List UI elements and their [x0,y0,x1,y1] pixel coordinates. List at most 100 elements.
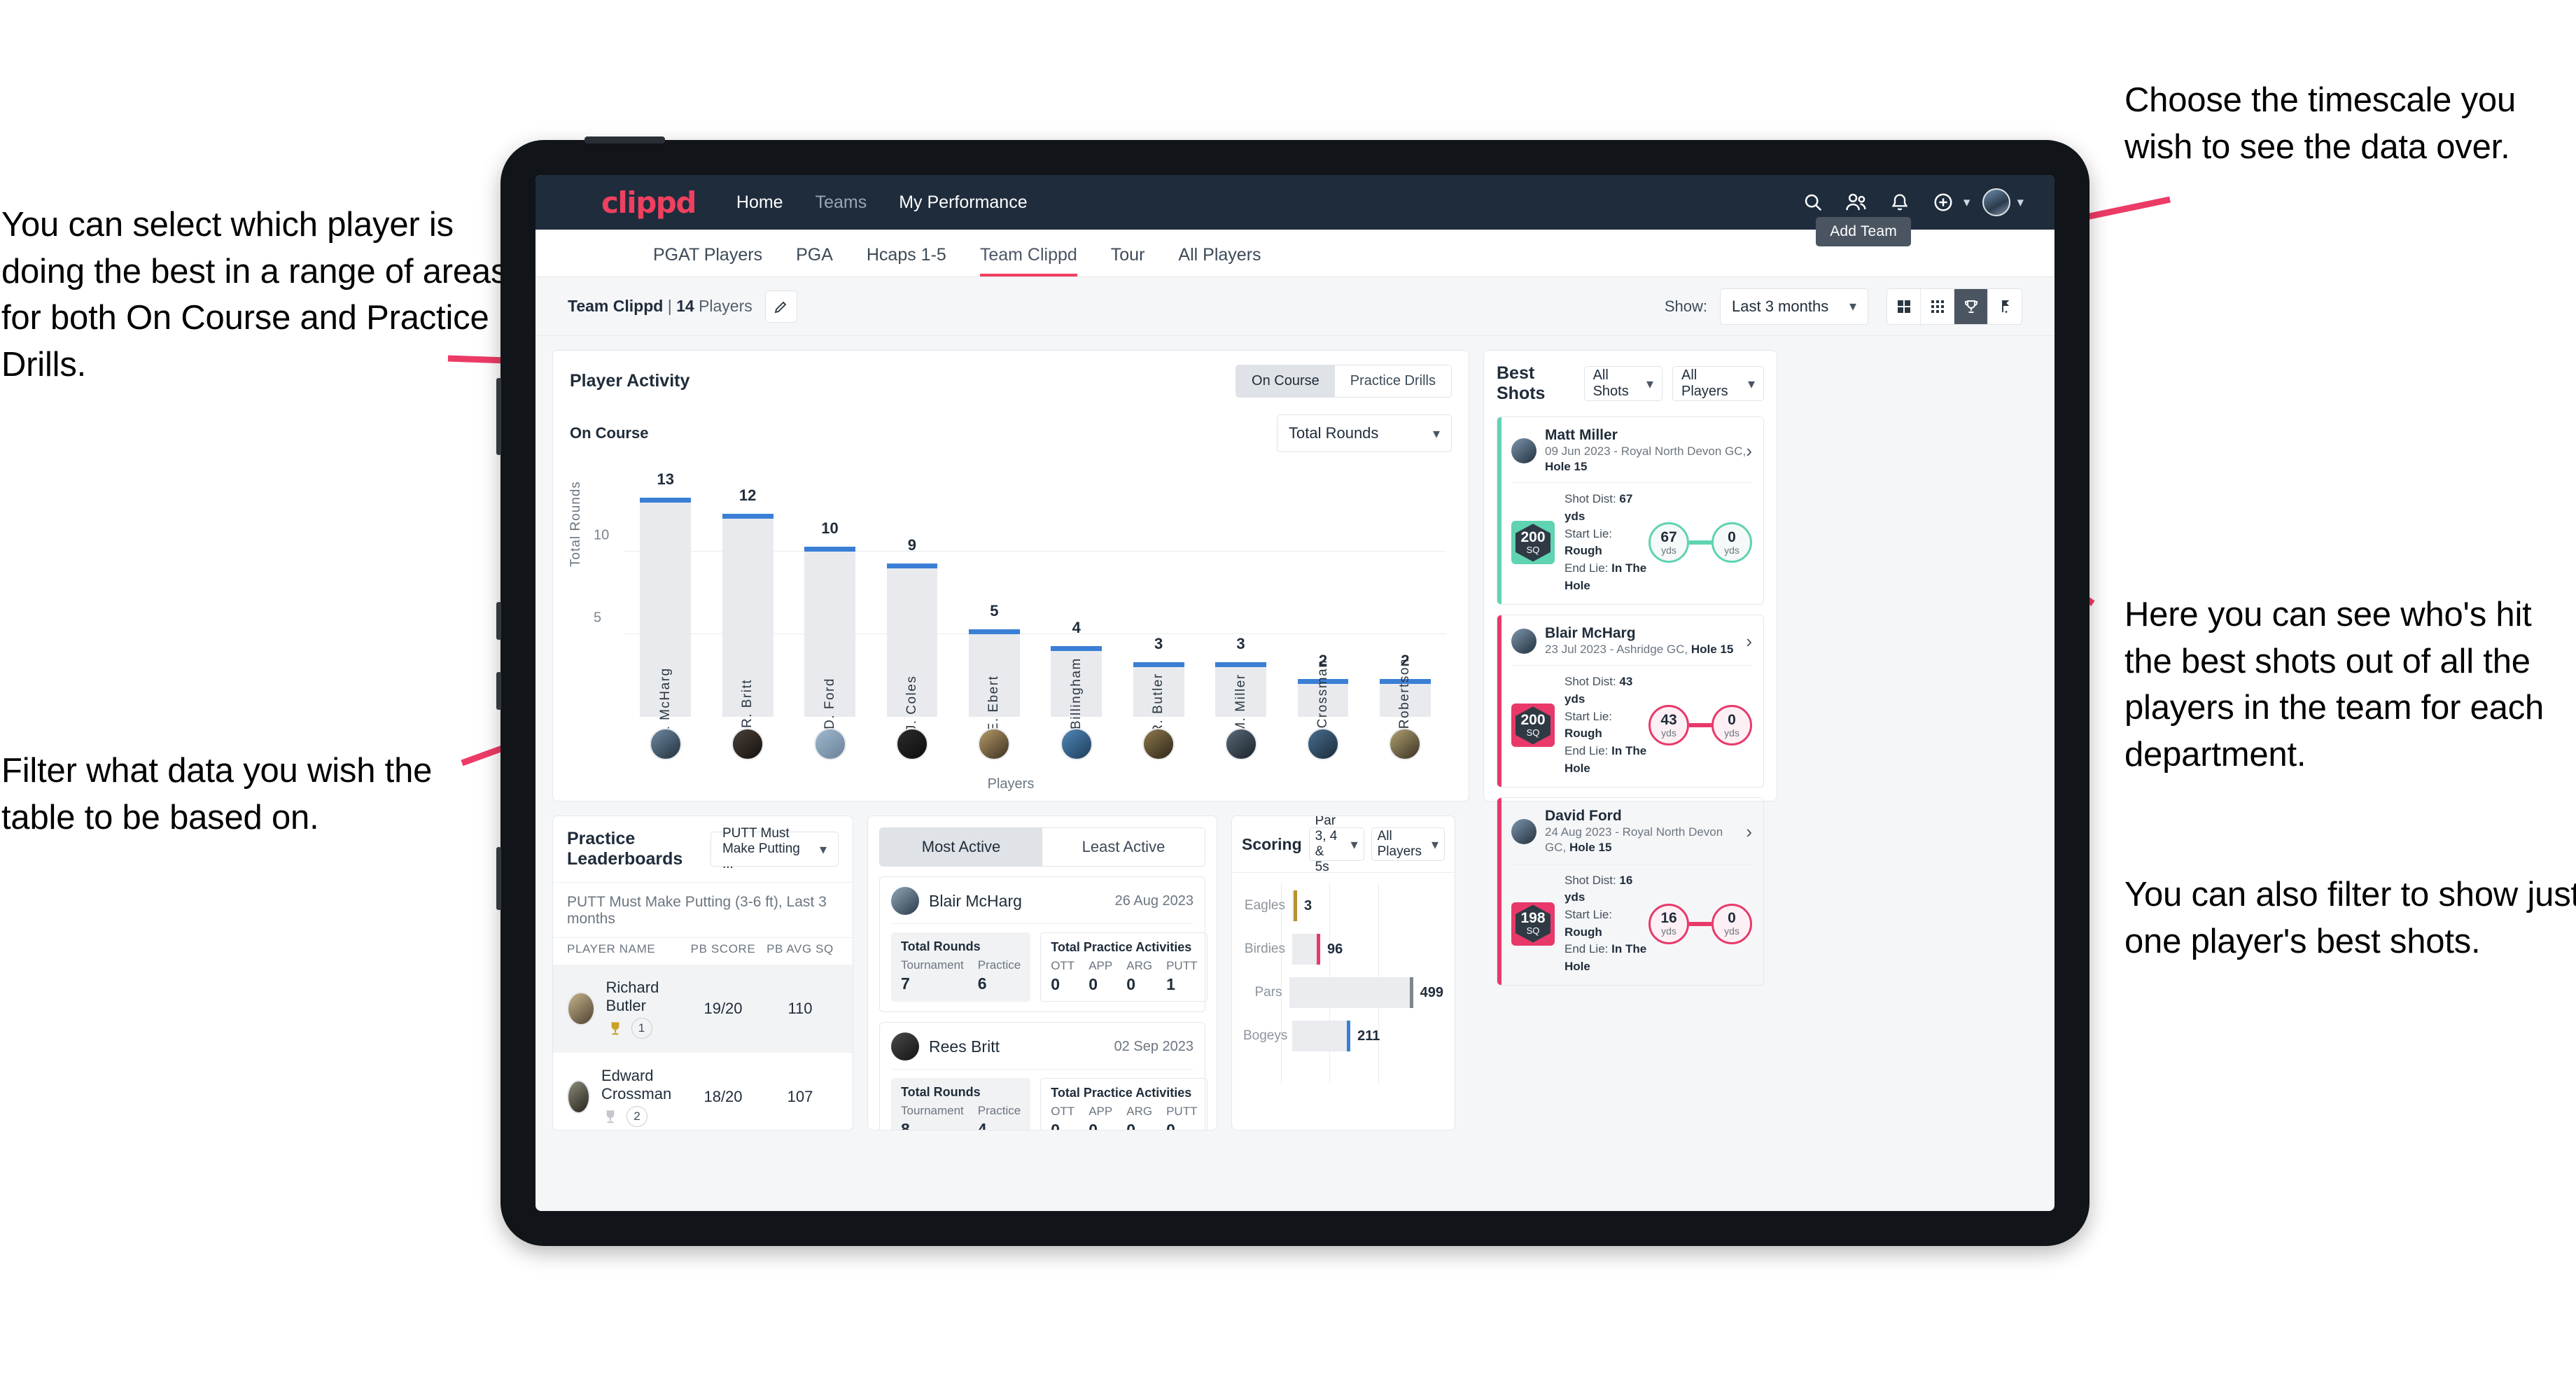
tab-tour[interactable]: Tour [1111,245,1145,276]
shot-from-value: 43 [1660,711,1677,728]
shot-from-circle: 67 yds [1648,522,1689,564]
chart-bar-cell[interactable]: 12 R. Britt [706,486,788,728]
device-button-power[interactable] [496,847,501,910]
activity-metric-select[interactable]: Total Rounds ▾ [1277,414,1452,452]
shot-distance-connector [1689,723,1712,728]
nav-link-my-performance[interactable]: My Performance [899,192,1027,213]
activity-entry[interactable]: Rees Britt 02 Sep 2023 Total Rounds Tournam… [879,1022,1208,1130]
edit-team-button[interactable] [764,290,797,323]
chart-bar-cell[interactable]: 13 B. McHarg [624,470,706,740]
player-avatar[interactable] [1511,629,1536,654]
player-avatar[interactable] [891,887,919,915]
scoring-row[interactable]: Birdies 96 [1243,927,1443,971]
player-avatar[interactable] [1060,728,1093,760]
player-avatar[interactable] [895,728,928,760]
grid-large-icon[interactable] [1887,288,1921,324]
scoring-player-filter[interactable]: All Players ▾ [1371,827,1445,861]
best-shot-card[interactable]: Matt Miller 09 Jun 2023 - Royal North Dev… [1497,416,1764,606]
best-shot-card[interactable]: David Ford 24 Aug 2023 - Royal North Devo… [1497,797,1764,986]
device-button-top[interactable] [496,378,501,455]
clippd-logo[interactable]: clippd [601,186,696,220]
chart-bar[interactable]: 3 R. Butler [1133,635,1184,734]
chart-bar[interactable]: 4 D. Billingham [1051,619,1102,750]
best-shots-shot-filter[interactable]: All Shots ▾ [1583,366,1662,401]
tab-most-active[interactable]: Most Active [880,828,1042,866]
trophy-icon[interactable] [1954,288,1988,324]
player-avatar[interactable] [813,728,846,760]
scoring-row[interactable]: Pars 499 [1243,971,1443,1014]
player-avatar[interactable] [1306,728,1339,760]
best-shots-player-filter[interactable]: All Players ▾ [1672,366,1764,401]
chevron-right-icon[interactable]: › [1746,821,1752,843]
chart-bar-value: 13 [657,470,674,488]
player-avatar[interactable] [1511,819,1536,845]
chart-bar-cell[interactable]: 3 R. Butler [1117,486,1199,734]
chevron-right-icon[interactable]: › [1746,631,1752,652]
player-avatar[interactable] [567,1080,590,1114]
chart-bar[interactable]: 3 M. Miller [1215,635,1266,734]
player-avatar[interactable] [567,992,595,1026]
chart-bar-cell[interactable]: 2 E. Crossman [1282,486,1364,748]
chart-bar-cell[interactable]: 10 D. Ford [789,486,871,729]
avatar-chevron-down-icon[interactable]: ▾ [2017,195,2024,211]
chart-avatar-cell [953,728,1035,760]
chart-bar[interactable]: 5 E. Ebert [968,602,1020,732]
scoring-row[interactable]: Bogeys 211 [1243,1014,1443,1058]
plus-chevron-down-icon[interactable]: ▾ [1963,195,1970,211]
practice-stat-key: PUTT [1166,959,1198,972]
best-shot-card[interactable]: Blair McHarg 23 Jul 2023 - Ashridge GC, H… [1497,615,1764,788]
nav-link-home[interactable]: Home [736,192,783,213]
player-avatar[interactable] [649,728,682,760]
chart-bar-cell[interactable]: 3 M. Miller [1200,486,1282,734]
scoring-row[interactable]: Eagles 3 [1243,884,1443,927]
shot-distance-line: Shot Dist: 43 yds [1564,675,1633,706]
chart-bar[interactable]: 9 J. Coles [886,536,938,732]
timescale-select[interactable]: Last 3 months ▾ [1720,288,1868,325]
tab-all-players[interactable]: All Players [1178,245,1261,276]
player-avatar[interactable] [1389,728,1422,760]
rounds-stat-value: 7 [901,974,910,993]
chart-y-tick: 10 [594,527,610,543]
player-avatar[interactable] [1142,728,1175,760]
table-row[interactable]: Richard Butler 1 19/20 110 [553,965,853,1053]
chart-bar-cell[interactable]: 9 J. Coles [871,486,953,732]
player-avatar[interactable] [1511,438,1536,464]
flag-icon[interactable] [1988,289,2022,324]
bell-icon[interactable] [1883,186,1917,219]
practice-stat-value: 1 [1166,975,1175,993]
player-avatar[interactable] [978,728,1011,760]
chart-bar[interactable]: 13 B. McHarg [640,470,692,740]
avatar[interactable] [1980,186,2013,219]
chevron-right-icon[interactable]: › [1746,440,1752,462]
nav-link-teams[interactable]: Teams [816,192,867,213]
tab-least-active[interactable]: Least Active [1042,828,1205,866]
tab-team-clippd[interactable]: Team Clippd [979,245,1077,276]
chart-bar[interactable]: 12 R. Britt [722,486,774,728]
tab-hcaps-1-5[interactable]: Hcaps 1-5 [867,245,946,276]
chart-bar[interactable]: 2 C. Robertson [1379,652,1431,749]
activity-entry-name: Blair McHarg [929,891,1022,910]
table-row[interactable]: Edward Crossman 2 18/20 107 [553,1053,853,1130]
tab-pgat-players[interactable]: PGAT Players [653,245,762,276]
practice-drill-select[interactable]: PUTT Must Make Putting ... ▾ [710,826,839,872]
chart-bar-cell[interactable]: 5 E. Ebert [953,486,1035,732]
chart-bar[interactable]: 10 D. Ford [804,519,855,729]
people-icon[interactable] [1840,186,1873,219]
plus-circle-icon[interactable] [1926,186,1960,219]
player-avatar[interactable] [1224,728,1257,760]
chart-bar-cell[interactable]: 2 C. Robertson [1364,486,1446,749]
grid-small-icon[interactable] [1921,288,1954,324]
scoring-par-filter[interactable]: Par 3, 4 & 5s ▾ [1308,816,1364,874]
segment-practice-drills[interactable]: Practice Drills [1334,365,1451,397]
player-avatar[interactable] [891,1032,919,1060]
device-button-volume-up[interactable] [496,602,501,640]
activity-entry[interactable]: Blair McHarg 26 Aug 2023 Total Rounds Tourn… [879,876,1208,1012]
chart-bar[interactable]: 2 E. Crossman [1297,652,1349,748]
player-avatar[interactable] [732,728,764,760]
device-button-volume-down[interactable] [496,672,501,710]
tab-pga[interactable]: PGA [796,245,833,276]
shot-sq-value: 200 [1520,528,1546,545]
chart-bar-cell[interactable]: 4 D. Billingham [1035,486,1117,750]
search-icon[interactable] [1796,186,1830,219]
segment-on-course[interactable]: On Course [1236,365,1335,397]
